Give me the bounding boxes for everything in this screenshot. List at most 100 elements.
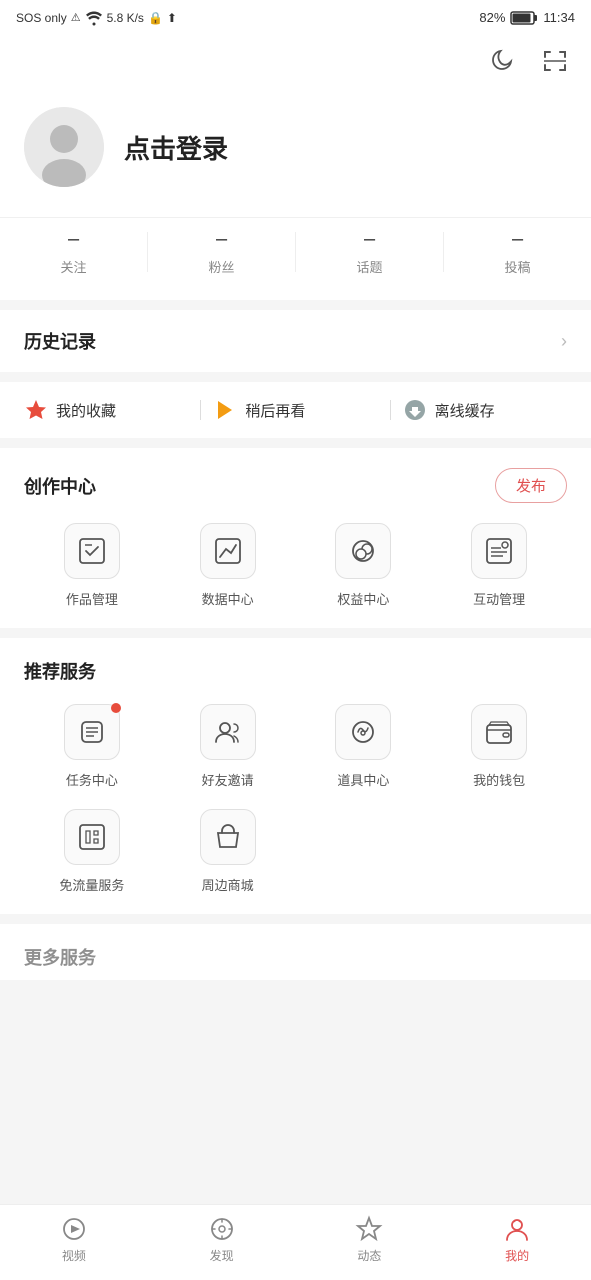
stat-post[interactable]: – 投稿 — [444, 228, 591, 276]
bottom-more-section: 更多服务 — [0, 924, 591, 980]
follow-value: – — [68, 228, 79, 251]
nav-profile[interactable]: 我的 — [443, 1215, 591, 1264]
creation-title: 创作中心 — [24, 473, 96, 499]
rights-icon — [335, 523, 391, 579]
watch-later-link[interactable]: 稍后再看 — [213, 398, 377, 422]
data-item[interactable]: 数据中心 — [160, 523, 296, 608]
wallet-icon — [471, 704, 527, 760]
avatar — [24, 107, 104, 187]
services-grid: 任务中心 好友邀请 道具中心 — [24, 704, 567, 894]
stats-row: – 关注 – 粉丝 – 话题 – 投稿 — [0, 217, 591, 300]
services-title: 推荐服务 — [24, 658, 567, 684]
works-label: 作品管理 — [66, 589, 118, 608]
topic-label: 话题 — [356, 257, 382, 276]
profile-section[interactable]: 点击登录 — [0, 87, 591, 217]
creation-grid: 作品管理 数据中心 权益中心 — [24, 523, 567, 608]
publish-button[interactable]: 发布 — [495, 468, 567, 503]
offline-label: 离线缓存 — [435, 400, 495, 421]
lock-icon: 🔒 — [148, 11, 163, 25]
merch-label: 周边商城 — [202, 875, 254, 894]
play-later-icon — [213, 398, 237, 422]
task-item[interactable]: 任务中心 — [24, 704, 160, 789]
task-icon — [64, 704, 120, 760]
stat-topic[interactable]: – 话题 — [296, 228, 443, 276]
speed-text: 5.8 K/s — [107, 11, 144, 25]
favorites-label: 我的收藏 — [56, 400, 116, 421]
nav-video[interactable]: 视频 — [0, 1215, 148, 1264]
follow-label: 关注 — [60, 257, 86, 276]
nav-activity[interactable]: 动态 — [296, 1215, 444, 1264]
sos-text: SOS only — [16, 11, 67, 25]
status-right: 82% 11:34 — [479, 10, 575, 25]
video-nav-label: 视频 — [62, 1247, 86, 1264]
bottom-nav: 视频 发现 动态 我的 — [0, 1204, 591, 1280]
divider-2 — [390, 400, 391, 420]
scan-button[interactable] — [539, 45, 571, 77]
works-icon — [64, 523, 120, 579]
friends-item[interactable]: 好友邀请 — [160, 704, 296, 789]
free-traffic-item[interactable]: 免流量服务 — [24, 809, 160, 894]
offline-icon — [403, 398, 427, 422]
works-item[interactable]: 作品管理 — [24, 523, 160, 608]
friends-label: 好友邀请 — [202, 770, 254, 789]
wallet-label: 我的钱包 — [473, 770, 525, 789]
interaction-item[interactable]: 互动管理 — [431, 523, 567, 608]
night-mode-button[interactable] — [487, 45, 519, 77]
fans-value: – — [216, 228, 227, 251]
quick-links: 我的收藏 稍后再看 离线缓存 — [0, 382, 591, 438]
creation-header: 创作中心 发布 — [24, 468, 567, 503]
time-display: 11:34 — [543, 10, 575, 25]
header-icons — [0, 35, 591, 87]
history-title: 历史记录 — [24, 328, 96, 354]
favorites-link[interactable]: 我的收藏 — [24, 398, 188, 422]
warning-icon: ⚠ — [71, 11, 81, 24]
history-section[interactable]: 历史记录 › — [0, 310, 591, 372]
post-value: – — [512, 228, 523, 251]
profile-icon — [503, 1215, 531, 1243]
free-traffic-label: 免流量服务 — [59, 875, 124, 894]
status-bar: SOS only ⚠ 5.8 K/s 🔒 ⬆ 82% 11:34 — [0, 0, 591, 35]
free-traffic-icon — [64, 809, 120, 865]
activity-nav-label: 动态 — [357, 1247, 381, 1264]
discover-icon — [208, 1215, 236, 1243]
discover-nav-label: 发现 — [210, 1247, 234, 1264]
stat-fans[interactable]: – 粉丝 — [148, 228, 295, 276]
rights-item[interactable]: 权益中心 — [296, 523, 432, 608]
props-item[interactable]: 道具中心 — [296, 704, 432, 789]
interaction-icon — [471, 523, 527, 579]
merch-item[interactable]: 周边商城 — [160, 809, 296, 894]
props-icon — [335, 704, 391, 760]
data-label: 数据中心 — [202, 589, 254, 608]
stat-follow[interactable]: – 关注 — [0, 228, 147, 276]
merch-icon — [200, 809, 256, 865]
login-button[interactable]: 点击登录 — [124, 129, 228, 166]
data-icon — [200, 523, 256, 579]
battery-icon — [511, 11, 537, 25]
interaction-label: 互动管理 — [473, 589, 525, 608]
friends-icon — [200, 704, 256, 760]
upload-icon: ⬆ — [167, 11, 177, 25]
star-icon — [24, 398, 48, 422]
offline-link[interactable]: 离线缓存 — [403, 398, 567, 422]
divider-1 — [200, 400, 201, 420]
battery-level: 82% — [479, 10, 505, 25]
task-label: 任务中心 — [66, 770, 118, 789]
creation-section: 创作中心 发布 作品管理 数据中心 — [0, 448, 591, 628]
fans-label: 粉丝 — [208, 257, 234, 276]
wifi-icon — [85, 11, 103, 25]
history-chevron-icon: › — [561, 331, 567, 352]
props-label: 道具中心 — [337, 770, 389, 789]
badge-dot — [111, 703, 121, 713]
topic-value: – — [364, 228, 375, 251]
status-left: SOS only ⚠ 5.8 K/s 🔒 ⬆ — [16, 11, 177, 25]
more-services-title: 更多服务 — [24, 948, 96, 968]
watch-later-label: 稍后再看 — [245, 400, 305, 421]
profile-nav-label: 我的 — [505, 1247, 529, 1264]
rights-label: 权益中心 — [337, 589, 389, 608]
activity-icon — [355, 1215, 383, 1243]
video-icon — [60, 1215, 88, 1243]
post-label: 投稿 — [504, 257, 530, 276]
nav-discover[interactable]: 发现 — [148, 1215, 296, 1264]
services-section: 推荐服务 任务中心 — [0, 638, 591, 914]
wallet-item[interactable]: 我的钱包 — [431, 704, 567, 789]
